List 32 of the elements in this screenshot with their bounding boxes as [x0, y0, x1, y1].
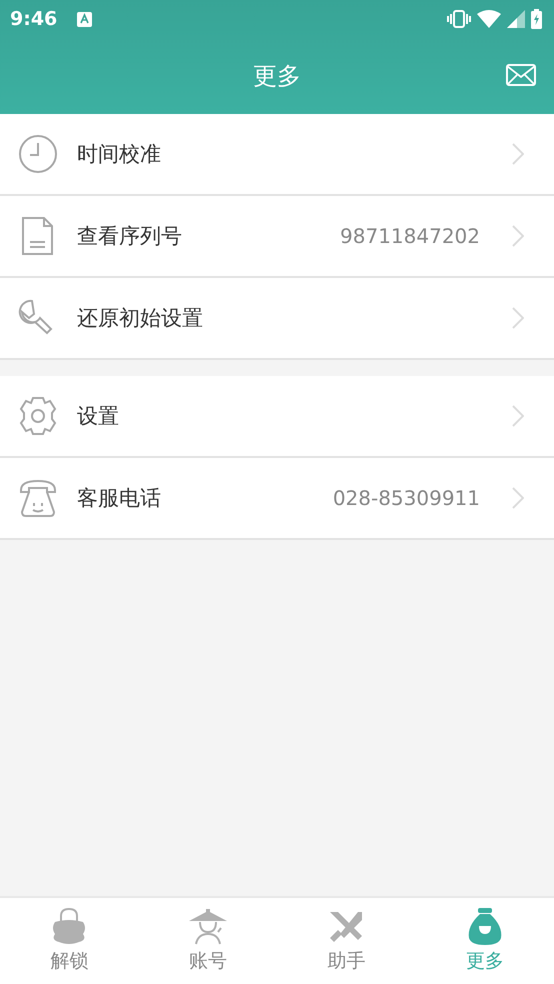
menu-label: 客服电话 [77, 485, 162, 512]
tab[interactable]: 助手 [277, 898, 416, 984]
keyboard-icon [77, 12, 92, 26]
signal-icon [507, 10, 525, 28]
tab[interactable]: 账号 [138, 898, 277, 984]
wifi-icon [477, 10, 501, 28]
menu-row[interactable]: 查看序列号 98711847202 [0, 196, 554, 278]
status-time: 9:46 [10, 8, 58, 30]
chevron-icon [512, 225, 524, 247]
chevron-icon [512, 487, 524, 509]
mail-icon[interactable] [506, 64, 536, 86]
vibrate-icon [447, 10, 471, 28]
tab[interactable]: 解锁 [0, 898, 138, 984]
page-title: 更多 [253, 61, 301, 92]
chevron-icon [512, 405, 524, 427]
gear-icon [18, 396, 58, 436]
menu-value: 028-85309911 [332, 486, 480, 510]
chevron-icon [512, 307, 524, 329]
menu-value: 98711847202 [340, 224, 480, 248]
menu-row[interactable]: 还原初始设置 [0, 278, 554, 360]
menu-row[interactable]: 时间校准 [0, 114, 554, 196]
menu-label: 查看序列号 [77, 223, 183, 250]
hat-figure-icon [188, 908, 228, 946]
battery-icon [531, 9, 542, 29]
menu-label: 还原初始设置 [77, 305, 204, 332]
menu-row[interactable]: 设置 [0, 376, 554, 458]
chevron-icon [512, 143, 524, 165]
menu-label: 设置 [77, 403, 120, 430]
telephone-icon [18, 478, 58, 518]
clock-icon [18, 134, 58, 174]
menu-row[interactable]: 客服电话 028-85309911 [0, 458, 554, 540]
menu-label: 时间校准 [77, 141, 162, 168]
